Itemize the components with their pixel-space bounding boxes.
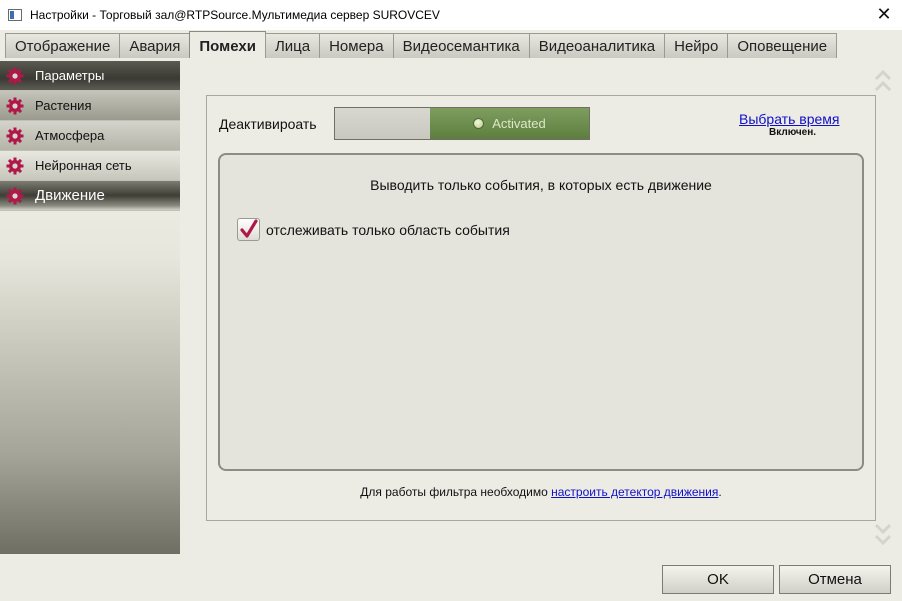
track-event-area-checkbox[interactable] bbox=[237, 218, 260, 241]
motion-options-group: Выводить только события, в которых есть … bbox=[218, 153, 864, 471]
tab-video-analytics[interactable]: Видеоаналитика bbox=[528, 33, 666, 58]
group-title: Выводить только события, в которых есть … bbox=[370, 177, 712, 193]
window-title: Настройки - Торговый зал@RTPSource.Мульт… bbox=[30, 8, 440, 22]
title-bar: Настройки - Торговый зал@RTPSource.Мульт… bbox=[0, 0, 902, 30]
motion-filter-panel: Деактивироать Activated Выбрать время Вк… bbox=[206, 95, 876, 521]
toggle-state-text: Activated bbox=[492, 116, 546, 131]
scroll-up-icon[interactable] bbox=[874, 68, 892, 94]
tab-list: Отображение Авария Помехи Лица Номера Ви… bbox=[5, 31, 838, 58]
ok-button[interactable]: OK bbox=[662, 565, 774, 594]
gear-icon bbox=[6, 97, 24, 115]
select-time-link[interactable]: Выбрать время bbox=[739, 111, 840, 127]
close-icon[interactable]: ✕ bbox=[874, 4, 894, 24]
sidebar-item-label: Движение bbox=[35, 187, 105, 204]
configure-motion-detector-link[interactable]: настроить детектор движения bbox=[551, 485, 718, 499]
tab-plates[interactable]: Номера bbox=[319, 33, 394, 58]
tab-display[interactable]: Отображение bbox=[5, 33, 121, 58]
footer-note: Для работы фильтра необходимо настроить … bbox=[207, 485, 875, 499]
cancel-button[interactable]: Отмена bbox=[779, 565, 891, 594]
sidebar-item-label: Нейронная сеть bbox=[35, 158, 132, 173]
sidebar-item-label: Атмосфера bbox=[35, 128, 105, 143]
tab-alarm[interactable]: Авария bbox=[119, 33, 191, 58]
sidebar-item-motion[interactable]: Движение bbox=[0, 181, 180, 211]
sidebar-item-label: Растения bbox=[35, 98, 92, 113]
sidebar-item-label: Параметры bbox=[35, 68, 105, 83]
activation-toggle[interactable]: Activated bbox=[334, 107, 590, 140]
app-icon bbox=[8, 9, 22, 21]
settings-window: Настройки - Торговый зал@RTPSource.Мульт… bbox=[0, 0, 902, 601]
sidebar: Параметры Растения Атмосфера Нейронная с… bbox=[0, 61, 180, 554]
status-led-icon bbox=[473, 118, 485, 129]
sidebar-item-atmosphere[interactable]: Атмосфера bbox=[0, 121, 180, 151]
checkbox-label: отслеживать только область события bbox=[266, 222, 510, 238]
footer-suffix: . bbox=[718, 485, 722, 499]
schedule-status: Включен. bbox=[769, 127, 817, 138]
tab-notification[interactable]: Оповещение bbox=[727, 33, 838, 58]
sidebar-item-neural-network[interactable]: Нейронная сеть bbox=[0, 151, 180, 181]
tab-interference[interactable]: Помехи bbox=[189, 31, 266, 58]
gear-icon bbox=[6, 157, 24, 175]
tab-neuro[interactable]: Нейро bbox=[664, 33, 729, 58]
deactivate-label: Деактивироать bbox=[219, 116, 317, 132]
tab-video-semantics[interactable]: Видеосемантика bbox=[392, 33, 530, 58]
tab-faces[interactable]: Лица bbox=[264, 33, 321, 58]
gear-icon bbox=[6, 67, 24, 85]
toggle-off-segment[interactable] bbox=[335, 108, 430, 139]
tab-bar: Отображение Авария Помехи Лица Номера Ви… bbox=[0, 30, 902, 58]
sidebar-item-plants[interactable]: Растения bbox=[0, 91, 180, 121]
checkmark-icon bbox=[240, 219, 258, 238]
gear-icon bbox=[6, 127, 24, 145]
gear-icon bbox=[6, 187, 24, 205]
scroll-down-icon[interactable] bbox=[874, 521, 892, 547]
toggle-on-segment[interactable]: Activated bbox=[430, 108, 589, 139]
footer-text: Для работы фильтра необходимо bbox=[360, 485, 552, 499]
sidebar-item-parameters[interactable]: Параметры bbox=[0, 61, 180, 91]
